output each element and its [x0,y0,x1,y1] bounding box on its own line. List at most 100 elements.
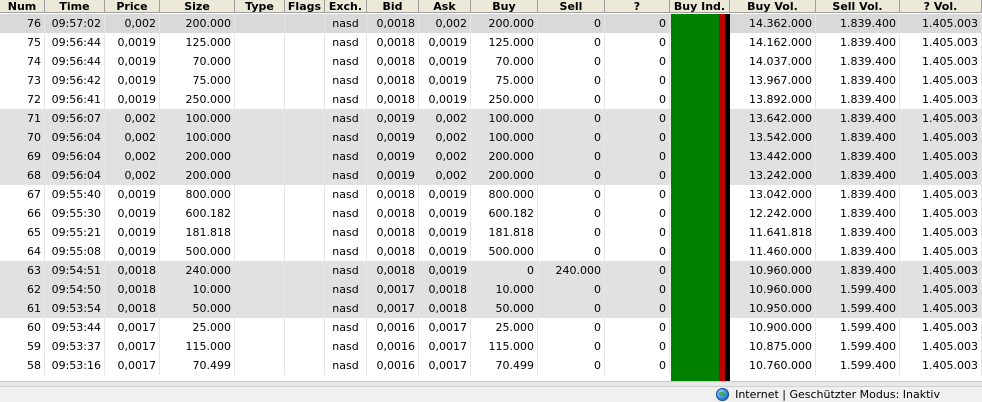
header-sell-vol[interactable]: Sell Vol. [816,0,900,13]
header-size[interactable]: Size [160,0,235,13]
table-row[interactable]: 69 09:56:04 0,002 200.000 nasd 0,0019 0,002 200… [0,147,982,166]
table-row[interactable]: 60 09:53:44 0,0017 25.000 nasd 0,0016 0,0017 25… [0,318,982,337]
row-buy-vol: 10.950.000 [730,299,816,318]
row-flags [285,166,325,185]
table-row[interactable]: 71 09:56:07 0,002 100.000 nasd 0,0019 0,002 100… [0,109,982,128]
header-buy[interactable]: Buy [471,0,538,13]
row-unknown-vol: 1.405.003 [900,318,982,337]
row-exch: nasd [325,204,367,223]
table-row[interactable]: 68 09:56:04 0,002 200.000 nasd 0,0019 0,002 200… [0,166,982,185]
row-buy: 250.000 [471,90,538,109]
header-bid[interactable]: Bid [367,0,419,13]
row-buy: 200.000 [471,14,538,33]
row-buy-vol: 13.542.000 [730,128,816,147]
row-price: 0,0019 [105,223,160,242]
row-buy: 0 [471,261,538,280]
row-exch: nasd [325,109,367,128]
row-buy-vol: 10.960.000 [730,261,816,280]
row-sell-vol: 1.599.400 [816,299,900,318]
row-exch: nasd [325,147,367,166]
row-sell: 0 [538,318,605,337]
row-price: 0,0019 [105,33,160,52]
row-num: 63 [0,261,45,280]
row-bid: 0,0018 [367,242,419,261]
table-row[interactable]: 65 09:55:21 0,0019 181.818 nasd 0,0018 0,0019 1… [0,223,982,242]
header-flags[interactable]: Flags [285,0,325,13]
row-ask: 0,0017 [419,337,471,356]
header-ask[interactable]: Ask [419,0,471,13]
table-row[interactable]: 59 09:53:37 0,0017 115.000 nasd 0,0016 0,0017 1… [0,337,982,356]
header-unknown-vol[interactable]: ? Vol. [900,0,982,13]
row-flags [285,14,325,33]
row-exch: nasd [325,14,367,33]
row-sell-vol: 1.599.400 [816,318,900,337]
header-buy-ind[interactable]: Buy Ind. [670,0,730,13]
row-unknown-vol: 1.405.003 [900,185,982,204]
row-unknown-vol: 1.405.003 [900,14,982,33]
table-row[interactable]: 76 09:57:02 0,002 200.000 nasd 0,0018 0,002 200… [0,14,982,33]
row-num: 59 [0,337,45,356]
row-size: 100.000 [160,109,235,128]
table-row[interactable]: 73 09:56:42 0,0019 75.000 nasd 0,0018 0,0019 75… [0,71,982,90]
table-row[interactable]: 66 09:55:30 0,0019 600.182 nasd 0,0018 0,0019 6… [0,204,982,223]
header-num[interactable]: Num [0,0,45,13]
table-header: Num Time Price Size Type Flags Exch. Bid… [0,0,982,13]
row-ask: 0,0017 [419,356,471,375]
table-row[interactable]: 75 09:56:44 0,0019 125.000 nasd 0,0018 0,0019 1… [0,33,982,52]
row-ask: 0,0018 [419,299,471,318]
table-row[interactable]: 70 09:56:04 0,002 100.000 nasd 0,0019 0,002 100… [0,128,982,147]
row-unknown: 0 [605,71,670,90]
row-exch: nasd [325,356,367,375]
row-price: 0,002 [105,166,160,185]
row-sell-vol: 1.839.400 [816,109,900,128]
header-type[interactable]: Type [235,0,285,13]
row-sell-vol: 1.839.400 [816,147,900,166]
table-row[interactable]: 67 09:55:40 0,0019 800.000 nasd 0,0018 0,0019 8… [0,185,982,204]
header-sell[interactable]: Sell [538,0,605,13]
header-time[interactable]: Time [45,0,105,13]
row-buy-vol: 13.967.000 [730,71,816,90]
row-num: 75 [0,33,45,52]
header-price[interactable]: Price [105,0,160,13]
header-unknown[interactable]: ? [605,0,670,13]
row-sell: 240.000 [538,261,605,280]
row-unknown: 0 [605,109,670,128]
row-bid: 0,0016 [367,318,419,337]
row-type [235,204,285,223]
row-exch: nasd [325,33,367,52]
header-exch[interactable]: Exch. [325,0,367,13]
row-bid: 0,0018 [367,33,419,52]
row-unknown-vol: 1.405.003 [900,52,982,71]
table-row[interactable]: 62 09:54:50 0,0018 10.000 nasd 0,0017 0,0018 10… [0,280,982,299]
row-ask: 0,002 [419,128,471,147]
row-flags [285,261,325,280]
table-row[interactable]: 63 09:54:51 0,0018 240.000 nasd 0,0018 0,0019 0… [0,261,982,280]
row-sell: 0 [538,52,605,71]
table-row[interactable]: 58 09:53:16 0,0017 70.499 nasd 0,0016 0,0017 70… [0,356,982,375]
row-sell: 0 [538,242,605,261]
row-price: 0,0017 [105,337,160,356]
row-unknown: 0 [605,223,670,242]
row-exch: nasd [325,90,367,109]
table-row[interactable]: 64 09:55:08 0,0019 500.000 nasd 0,0018 0,0019 5… [0,242,982,261]
row-buy-vol: 13.642.000 [730,109,816,128]
table-row[interactable]: 61 09:53:54 0,0018 50.000 nasd 0,0017 0,0018 50… [0,299,982,318]
header-buy-vol[interactable]: Buy Vol. [730,0,816,13]
row-unknown: 0 [605,261,670,280]
row-num: 71 [0,109,45,128]
row-unknown: 0 [605,166,670,185]
row-time: 09:56:04 [45,147,105,166]
row-ask: 0,0018 [419,280,471,299]
row-buy: 100.000 [471,128,538,147]
buy-indicator-buy-segment [671,14,720,381]
row-price: 0,0018 [105,299,160,318]
row-unknown-vol: 1.405.003 [900,71,982,90]
row-type [235,109,285,128]
row-buy: 70.499 [471,356,538,375]
table-row[interactable]: 74 09:56:44 0,0019 70.000 nasd 0,0018 0,0019 70… [0,52,982,71]
row-flags [285,90,325,109]
table-row[interactable]: 72 09:56:41 0,0019 250.000 nasd 0,0018 0,0019 2… [0,90,982,109]
row-size: 70.000 [160,52,235,71]
row-ask: 0,0019 [419,204,471,223]
row-unknown: 0 [605,337,670,356]
